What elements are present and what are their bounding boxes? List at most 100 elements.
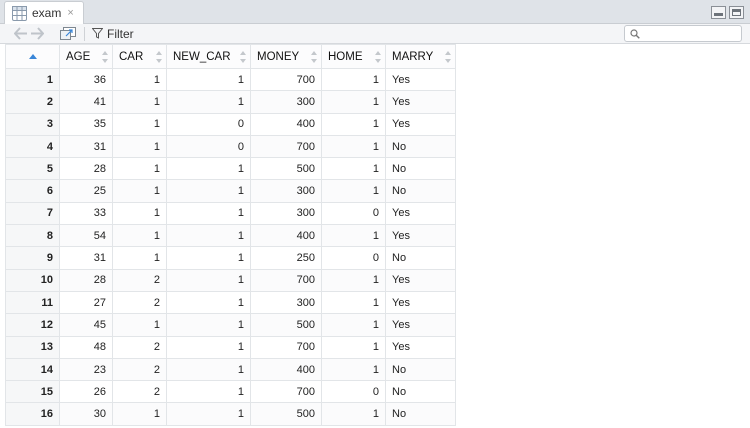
table-cell: 1 xyxy=(166,246,251,270)
table-row[interactable]: 6 25 1 1 300 1 No xyxy=(5,179,456,203)
sort-toggle-icon[interactable] xyxy=(240,51,246,63)
table-cell: Yes xyxy=(385,224,456,248)
table-row[interactable]: 16 30 1 1 500 1 No xyxy=(5,402,456,426)
table-cell: Yes xyxy=(385,335,456,359)
column-header-label: MONEY xyxy=(257,50,300,63)
column-header-home[interactable]: HOME xyxy=(321,44,386,69)
table-cell: 25 xyxy=(59,179,113,203)
filter-label: Filter xyxy=(107,26,134,41)
table-cell: 31 xyxy=(59,246,113,270)
table-cell: 2 xyxy=(112,380,167,404)
table-cell: 300 xyxy=(250,201,322,226)
table-row[interactable]: 11 27 2 1 300 1 Yes xyxy=(5,290,456,315)
table-cell: 700 xyxy=(250,67,322,92)
table-cell: No xyxy=(385,134,456,159)
table-cell: 0 xyxy=(321,246,386,270)
column-header-marry[interactable]: MARRY xyxy=(385,44,456,69)
table-cell: 1 xyxy=(166,290,251,315)
table-cell: No xyxy=(385,179,456,203)
table-row[interactable]: 3 35 1 0 400 1 Yes xyxy=(5,112,456,136)
table-row[interactable]: 7 33 1 1 300 0 Yes xyxy=(5,201,456,226)
table-row[interactable]: 14 23 2 1 400 1 No xyxy=(5,357,456,382)
table-row[interactable]: 13 48 2 1 700 1 Yes xyxy=(5,335,456,359)
filter-button[interactable]: Filter xyxy=(92,26,134,41)
table-cell: 1 xyxy=(321,157,386,181)
search-field[interactable] xyxy=(624,25,742,42)
column-header-new-car[interactable]: NEW_CAR xyxy=(166,44,251,69)
row-index: 10 xyxy=(5,268,60,292)
row-index: 6 xyxy=(5,179,60,203)
table-row[interactable]: 15 26 2 1 700 0 No xyxy=(5,380,456,404)
tab-bar: exam × xyxy=(0,0,750,24)
table-cell: 54 xyxy=(59,224,113,248)
table-cell: 300 xyxy=(250,290,322,315)
table-cell: No xyxy=(385,246,456,270)
row-index: 13 xyxy=(5,335,60,359)
table-cell: 1 xyxy=(321,112,386,136)
table-cell: 45 xyxy=(59,313,113,337)
table-grid-icon xyxy=(12,5,27,21)
table-cell: 400 xyxy=(250,224,322,248)
tab-exam[interactable]: exam × xyxy=(4,1,84,24)
table-row[interactable]: 1 36 1 1 700 1 Yes xyxy=(5,67,456,92)
sort-toggle-icon[interactable] xyxy=(102,51,108,63)
table-cell: 1 xyxy=(112,246,167,270)
table-cell: 41 xyxy=(59,90,113,114)
sort-toggle-icon[interactable] xyxy=(445,51,451,63)
table-cell: Yes xyxy=(385,313,456,337)
table-cell: 27 xyxy=(59,290,113,315)
table-cell: 1 xyxy=(166,402,251,426)
search-input[interactable] xyxy=(643,27,739,40)
table-cell: 35 xyxy=(59,112,113,136)
table-cell: Yes xyxy=(385,268,456,292)
close-icon[interactable]: × xyxy=(67,7,73,19)
row-index: 11 xyxy=(5,290,60,315)
table-cell: No xyxy=(385,402,456,426)
table-cell: Yes xyxy=(385,201,456,226)
table-row[interactable]: 9 31 1 1 250 0 No xyxy=(5,246,456,270)
table-cell: 1 xyxy=(321,290,386,315)
table-row[interactable]: 4 31 1 0 700 1 No xyxy=(5,134,456,159)
table-cell: 1 xyxy=(321,313,386,337)
table-row[interactable]: 10 28 2 1 700 1 Yes xyxy=(5,268,456,292)
table-cell: 36 xyxy=(59,67,113,92)
table-row[interactable]: 12 45 1 1 500 1 Yes xyxy=(5,313,456,337)
table-cell: 1 xyxy=(321,224,386,248)
row-index: 1 xyxy=(5,67,60,92)
table-cell: Yes xyxy=(385,290,456,315)
table-cell: 1 xyxy=(166,268,251,292)
table-cell: 1 xyxy=(166,357,251,382)
column-header-label: MARRY xyxy=(392,50,434,63)
table-cell: 1 xyxy=(321,335,386,359)
popout-window-icon[interactable] xyxy=(60,27,76,40)
maximize-pane-button[interactable] xyxy=(729,6,744,19)
table-cell: 500 xyxy=(250,313,322,337)
table-cell: 1 xyxy=(321,402,386,426)
funnel-icon xyxy=(92,28,103,39)
back-arrow-icon[interactable] xyxy=(14,27,28,40)
table-cell: 2 xyxy=(112,290,167,315)
table-cell: Yes xyxy=(385,90,456,114)
table-cell: 1 xyxy=(112,112,167,136)
column-header-age[interactable]: AGE xyxy=(59,44,113,69)
search-icon xyxy=(630,29,640,39)
row-index: 16 xyxy=(5,402,60,426)
table-cell: 1 xyxy=(321,357,386,382)
table-cell: 1 xyxy=(112,67,167,92)
table-cell: 1 xyxy=(166,90,251,114)
table-row[interactable]: 5 28 1 1 500 1 No xyxy=(5,157,456,181)
table-row[interactable]: 8 54 1 1 400 1 Yes xyxy=(5,224,456,248)
table-cell: 0 xyxy=(321,201,386,226)
table-cell: 1 xyxy=(166,335,251,359)
sort-toggle-icon[interactable] xyxy=(311,51,317,63)
column-header-money[interactable]: MONEY xyxy=(250,44,322,69)
minimize-pane-button[interactable] xyxy=(711,6,726,19)
forward-arrow-icon[interactable] xyxy=(30,27,44,40)
table-cell: 500 xyxy=(250,402,322,426)
table-row[interactable]: 2 41 1 1 300 1 Yes xyxy=(5,90,456,114)
sort-toggle-icon[interactable] xyxy=(375,51,381,63)
column-header-car[interactable]: CAR xyxy=(112,44,167,69)
table-cell: 1 xyxy=(166,67,251,92)
row-index-header[interactable] xyxy=(5,44,60,69)
sort-toggle-icon[interactable] xyxy=(156,51,162,63)
